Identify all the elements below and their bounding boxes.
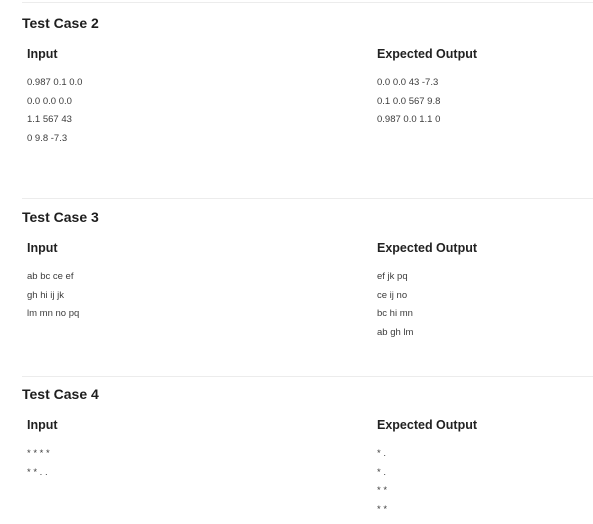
expected-output-column: Expected Output * . * . * * * * (377, 403, 477, 520)
divider (22, 376, 593, 377)
input-label: Input (27, 241, 58, 255)
output-line: bc hi mn (377, 308, 413, 320)
expected-output-label: Expected Output (377, 241, 478, 255)
expected-output-column: Expected Output ef jk pq ce ij no bc hi … (377, 226, 477, 343)
output-line: * * (377, 504, 388, 516)
output-line: 0.987 0.0 1.1 0 (377, 114, 441, 126)
input-lines: ab bc ce ef gh hi ij jk lm mn no pq (27, 268, 79, 324)
input-line: * * * * (27, 448, 50, 459)
test-case-title: Test Case 2 (22, 15, 99, 31)
input-line: 0.987 0.1 0.0 (27, 77, 83, 88)
input-column: Input 0.987 0.1 0.0 0.0 0.0 0.0 1.1 567 … (27, 32, 82, 149)
output-line: 0.1 0.0 567 9.8 (377, 95, 441, 107)
output-line: ef jk pq (377, 271, 408, 282)
test-case-title: Test Case 4 (22, 386, 99, 402)
output-line: * . (377, 448, 386, 459)
output-line: * * (377, 485, 388, 497)
divider-top (22, 2, 593, 3)
input-line: ab bc ce ef (27, 271, 74, 282)
test-case-2: Test Case 2 Input 0.987 0.1 0.0 0.0 0.0 … (22, 14, 593, 144)
input-column: Input ab bc ce ef gh hi ij jk lm mn no p… (27, 226, 79, 324)
output-line: ab gh lm (377, 327, 414, 339)
input-label: Input (27, 418, 58, 432)
expected-output-label: Expected Output (377, 47, 478, 61)
input-line: gh hi ij jk (27, 289, 64, 301)
expected-output-column: Expected Output 0.0 0.0 43 -7.3 0.1 0.0 … (377, 32, 477, 130)
test-case-3: Test Case 3 Input ab bc ce ef gh hi ij j… (22, 208, 593, 338)
input-line: 1.1 567 43 (27, 114, 72, 126)
input-line: 0.0 0.0 0.0 (27, 95, 72, 107)
expected-output-lines: ef jk pq ce ij no bc hi mn ab gh lm (377, 268, 477, 343)
output-line: 0.0 0.0 43 -7.3 (377, 77, 439, 88)
test-case-4: Test Case 4 Input * * * * * * . . Expect… (22, 385, 593, 515)
input-line: lm mn no pq (27, 308, 80, 320)
input-line: * * . . (27, 466, 48, 478)
input-lines: * * * * * * . . (27, 445, 58, 482)
test-case-title: Test Case 3 (22, 209, 99, 225)
input-column: Input * * * * * * . . (27, 403, 58, 482)
output-line: ce ij no (377, 289, 408, 301)
input-label: Input (27, 47, 58, 61)
expected-output-label: Expected Output (377, 418, 478, 432)
output-line: * . (377, 466, 386, 478)
divider (22, 198, 593, 199)
input-line: 0 9.8 -7.3 (27, 133, 68, 145)
expected-output-lines: 0.0 0.0 43 -7.3 0.1 0.0 567 9.8 0.987 0.… (377, 74, 477, 130)
input-lines: 0.987 0.1 0.0 0.0 0.0 0.0 1.1 567 43 0 9… (27, 74, 82, 149)
expected-output-lines: * . * . * * * * (377, 445, 477, 520)
